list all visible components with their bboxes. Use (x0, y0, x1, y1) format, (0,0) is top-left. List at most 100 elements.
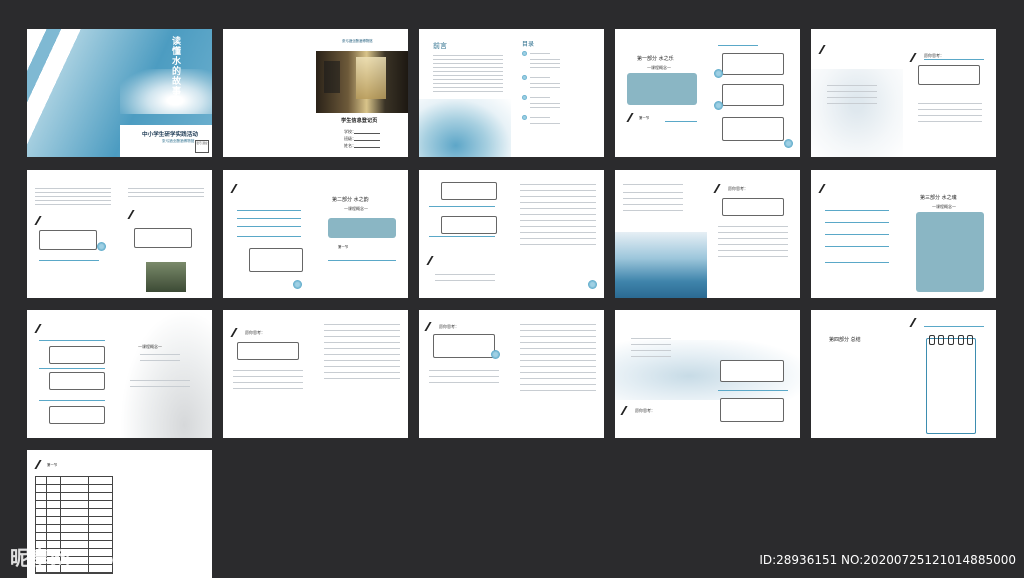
text-line (429, 370, 499, 371)
spread-register: 张弓酒业酿酒博物馆 学生信息登记页 学校： 班级： 姓名： (223, 29, 408, 157)
answer-box (49, 372, 105, 390)
text-line (35, 200, 111, 201)
part2-title: 第二部分 水之韵 (332, 197, 369, 203)
text-line (130, 380, 190, 381)
spread6-right-page (120, 170, 212, 298)
part3-title: 第三部分 水之魂 (920, 195, 957, 201)
text-line (718, 250, 788, 251)
part3-concept-box (916, 212, 984, 292)
spread-cover: 读懂水的故事 中小学生研学实践活动 张弓酒业酿酒博物馆 张弓 酒业 (27, 29, 212, 157)
text-line (918, 115, 982, 116)
spread6-left-page (27, 170, 119, 298)
spread5-landscape (811, 69, 903, 157)
table-unit-label: 第一节 (47, 463, 58, 467)
text-line (520, 324, 596, 325)
preface-page: 前言 (419, 29, 511, 157)
spread12-right-page (316, 310, 408, 438)
register-field-name: 姓名： (344, 143, 356, 148)
text-line (631, 356, 671, 357)
text-line (718, 232, 788, 233)
text-line (631, 344, 671, 345)
spread8-right-page (512, 170, 604, 298)
part4-title: 第四部分 总结 (829, 337, 861, 343)
text-line (520, 372, 596, 373)
spread9-right-page: 愿你思考： (708, 170, 800, 298)
quill-icon (818, 45, 836, 54)
wish-note: 愿你思考： (439, 324, 459, 329)
text-line (233, 376, 303, 377)
blue-line (39, 260, 99, 261)
spread14-left-page: 愿你思考： (615, 310, 800, 438)
blue-line (825, 210, 889, 211)
text-line (429, 382, 499, 383)
preface-title: 前言 (433, 42, 447, 50)
quill-icon (230, 184, 248, 193)
preface-text-line (433, 79, 503, 80)
text-line (324, 348, 400, 349)
blue-line (237, 236, 301, 237)
watermark-url: www.nipic.com (98, 553, 181, 566)
text-line (623, 210, 683, 211)
part1-exercise-page (708, 29, 800, 157)
blue-line (924, 59, 984, 60)
register-right-page: 张弓酒业酿酒博物馆 学生信息登记页 学校： 班级： 姓名： (316, 29, 408, 157)
answer-box (39, 230, 97, 250)
spread-part4: 第四部分 总结 (811, 310, 996, 438)
toc-line (530, 103, 560, 104)
text-line (631, 350, 671, 351)
text-line (520, 214, 596, 215)
flower-icon (714, 101, 723, 110)
text-line (520, 196, 596, 197)
blue-line (39, 340, 105, 341)
text-line (233, 388, 303, 389)
text-line (324, 336, 400, 337)
spread9-left-page (615, 170, 707, 298)
notebook-ring-icon (928, 335, 935, 345)
part2-unit-label: 第一节 (338, 245, 349, 249)
answer-box (249, 248, 303, 272)
part1-blue-line (718, 45, 758, 46)
toc-line (530, 117, 550, 118)
flower-icon (784, 139, 793, 148)
cover-mountain-art (120, 69, 212, 114)
preface-text-line (433, 63, 503, 64)
register-line-school (354, 133, 380, 134)
answer-box (722, 84, 784, 106)
spread11-left-page (27, 310, 119, 438)
text-line (918, 103, 982, 104)
text-line (623, 184, 683, 185)
spread11-ink-art (120, 310, 212, 438)
blue-line (429, 236, 495, 237)
spread6-photo (146, 262, 186, 292)
spread-preface: 前言 目录 (419, 29, 604, 157)
notebook-ring-icon (947, 335, 954, 345)
spread-8 (419, 170, 604, 298)
notebook-ring-icon (967, 335, 974, 345)
text-line (718, 244, 788, 245)
text-line (520, 226, 596, 227)
spread-5: 愿你思考： (811, 29, 996, 157)
watermark-id: ID:28936151 NO:20200725121014885000 (759, 553, 1016, 567)
text-line (435, 274, 495, 275)
answer-box (720, 398, 784, 422)
register-field-school: 学校： (344, 129, 356, 134)
spread8-left-page (419, 170, 511, 298)
text-line (623, 204, 683, 205)
part1-concept-label: —课程概念— (647, 65, 671, 70)
spread13-left-page: 愿你思考： (419, 310, 511, 438)
part1-title: 第一部分 水之乐 (637, 56, 674, 62)
text-line (520, 244, 596, 245)
text-line (520, 390, 596, 391)
spread-9: 愿你思考： (615, 170, 800, 298)
answer-box (49, 406, 105, 424)
text-line (35, 192, 111, 193)
spread13-right-page (512, 310, 604, 438)
toc-page: 目录 (512, 29, 604, 157)
answer-box (237, 342, 299, 360)
quill-icon (818, 184, 836, 193)
part2-concept-label: —课程概念— (344, 206, 368, 211)
register-title: 学生信息登记页 (341, 118, 378, 124)
answer-box (918, 65, 980, 85)
preface-text-line (433, 75, 503, 76)
text-line (520, 378, 596, 379)
